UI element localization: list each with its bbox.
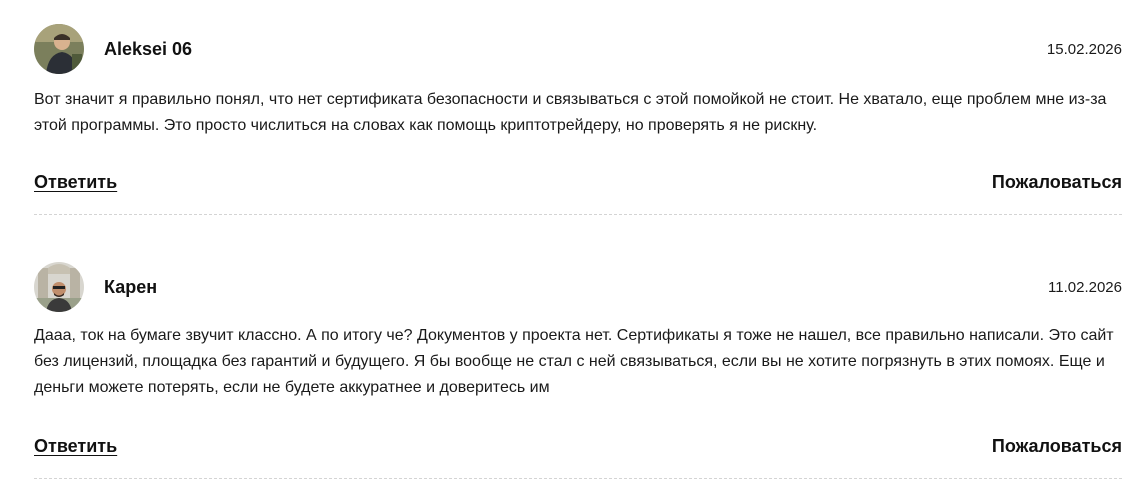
comment-date: 15.02.2026	[1046, 41, 1122, 58]
comment-date: 11.02.2026	[1048, 279, 1122, 296]
comment-actions: Ответить Пожаловаться	[34, 172, 1122, 196]
author-name: Aleksei 06	[104, 39, 193, 59]
comment: Карен 11.02.2026 Дааа, ток на бумаге зву…	[34, 262, 1122, 479]
comment-text: Вот значит я правильно понял, что нет се…	[34, 91, 1107, 134]
divider	[34, 214, 1122, 215]
divider	[34, 478, 1122, 479]
comment-header: Карен 11.02.2026	[34, 262, 1122, 312]
author-name: Карен	[104, 277, 158, 297]
report-button[interactable]: Пожаловаться	[992, 436, 1122, 457]
avatar	[34, 24, 84, 74]
reply-button[interactable]: Ответить	[34, 436, 117, 457]
reply-button[interactable]: Ответить	[34, 172, 117, 193]
comment-actions: Ответить Пожаловаться	[34, 436, 1122, 460]
avatar	[34, 262, 84, 312]
comment-text: Дааа, ток на бумаге звучит классно. А по…	[34, 327, 1114, 396]
report-button[interactable]: Пожаловаться	[992, 172, 1122, 193]
comment-header: Aleksei 06 15.02.2026	[34, 24, 1122, 74]
comment: Aleksei 06 15.02.2026 Вот значит я прави…	[34, 24, 1122, 215]
